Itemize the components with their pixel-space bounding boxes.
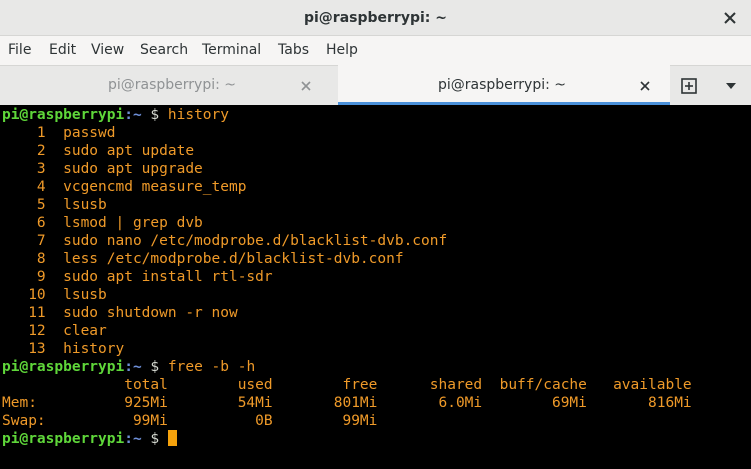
- history-line: 4 vcgencmd measure_temp: [2, 179, 247, 195]
- new-tab-button[interactable]: [670, 66, 708, 105]
- history-line: 13 history: [2, 341, 125, 357]
- history-line: 1 passwd: [2, 125, 116, 141]
- tab-bar: pi@raspberrypi: ~ pi@raspberrypi: ~: [0, 65, 751, 105]
- close-icon[interactable]: [721, 9, 739, 27]
- history-line: 10 lsusb: [2, 287, 107, 303]
- tab-label: pi@raspberrypi: ~: [108, 77, 237, 93]
- prompt-symbol: $: [141, 107, 168, 123]
- new-tab-icon: [681, 78, 697, 94]
- text-cursor: [167, 430, 177, 446]
- terminal-output[interactable]: pi@raspberrypi:~ $ history 1 passwd 2 su…: [0, 105, 751, 469]
- prompt-symbol: $: [141, 359, 168, 375]
- prompt-path: :~: [124, 107, 142, 123]
- prompt-path: :~: [124, 359, 142, 375]
- history-line: 9 sudo apt install rtl-sdr: [2, 269, 273, 285]
- history-line: 7 sudo nano /etc/modprobe.d/blacklist-dv…: [2, 233, 448, 249]
- menu-bar: File Edit View Search Terminal Tabs Help: [0, 36, 751, 65]
- prompt-user: pi@raspberrypi: [2, 107, 125, 123]
- tab-2-active[interactable]: pi@raspberrypi: ~: [338, 65, 670, 105]
- prompt-user: pi@raspberrypi: [2, 359, 125, 375]
- history-line: 11 sudo shutdown -r now: [2, 305, 238, 321]
- free-header: total used free shared buff/cache availa…: [2, 377, 692, 393]
- tab-close-icon[interactable]: [300, 80, 312, 92]
- menu-terminal[interactable]: Terminal: [202, 36, 261, 65]
- free-mem-row: Mem: 925Mi 54Mi 801Mi 6.0Mi 69Mi 816Mi: [2, 395, 692, 411]
- prompt-user: pi@raspberrypi: [2, 431, 125, 447]
- tab-menu-button[interactable]: [712, 66, 751, 105]
- command-text: free -b -h: [167, 359, 256, 375]
- menu-search[interactable]: Search: [140, 36, 188, 65]
- title-bar: pi@raspberrypi: ~: [0, 0, 751, 36]
- menu-edit[interactable]: Edit: [49, 36, 76, 65]
- menu-view[interactable]: View: [91, 36, 124, 65]
- free-swap-row: Swap: 99Mi 0B 99Mi: [2, 413, 378, 429]
- prompt-path: :~: [124, 431, 142, 447]
- history-line: 6 lsmod | grep dvb: [2, 215, 203, 231]
- command-text: history: [167, 107, 229, 123]
- history-line: 2 sudo apt update: [2, 143, 195, 159]
- menu-tabs[interactable]: Tabs: [278, 36, 309, 65]
- tab-close-icon[interactable]: [639, 80, 651, 92]
- history-line: 3 sudo apt upgrade: [2, 161, 203, 177]
- tab-1[interactable]: pi@raspberrypi: ~: [0, 66, 338, 105]
- tab-label: pi@raspberrypi: ~: [438, 77, 567, 93]
- history-line: 8 less /etc/modprobe.d/blacklist-dvb.con…: [2, 251, 404, 267]
- menu-file[interactable]: File: [8, 36, 31, 65]
- menu-help[interactable]: Help: [326, 36, 358, 65]
- history-line: 5 lsusb: [2, 197, 107, 213]
- chevron-down-icon: [726, 83, 736, 89]
- prompt-line: pi@raspberrypi:~ $ free -b -h: [2, 358, 255, 376]
- terminal-window: pi@raspberrypi: ~ File Edit View Search …: [0, 0, 751, 469]
- prompt-symbol: $: [141, 431, 168, 447]
- history-line: 12 clear: [2, 323, 107, 339]
- prompt-line: pi@raspberrypi:~ $ history: [2, 106, 229, 124]
- prompt-line: pi@raspberrypi:~ $: [2, 430, 177, 448]
- window-title: pi@raspberrypi: ~: [303, 10, 447, 26]
